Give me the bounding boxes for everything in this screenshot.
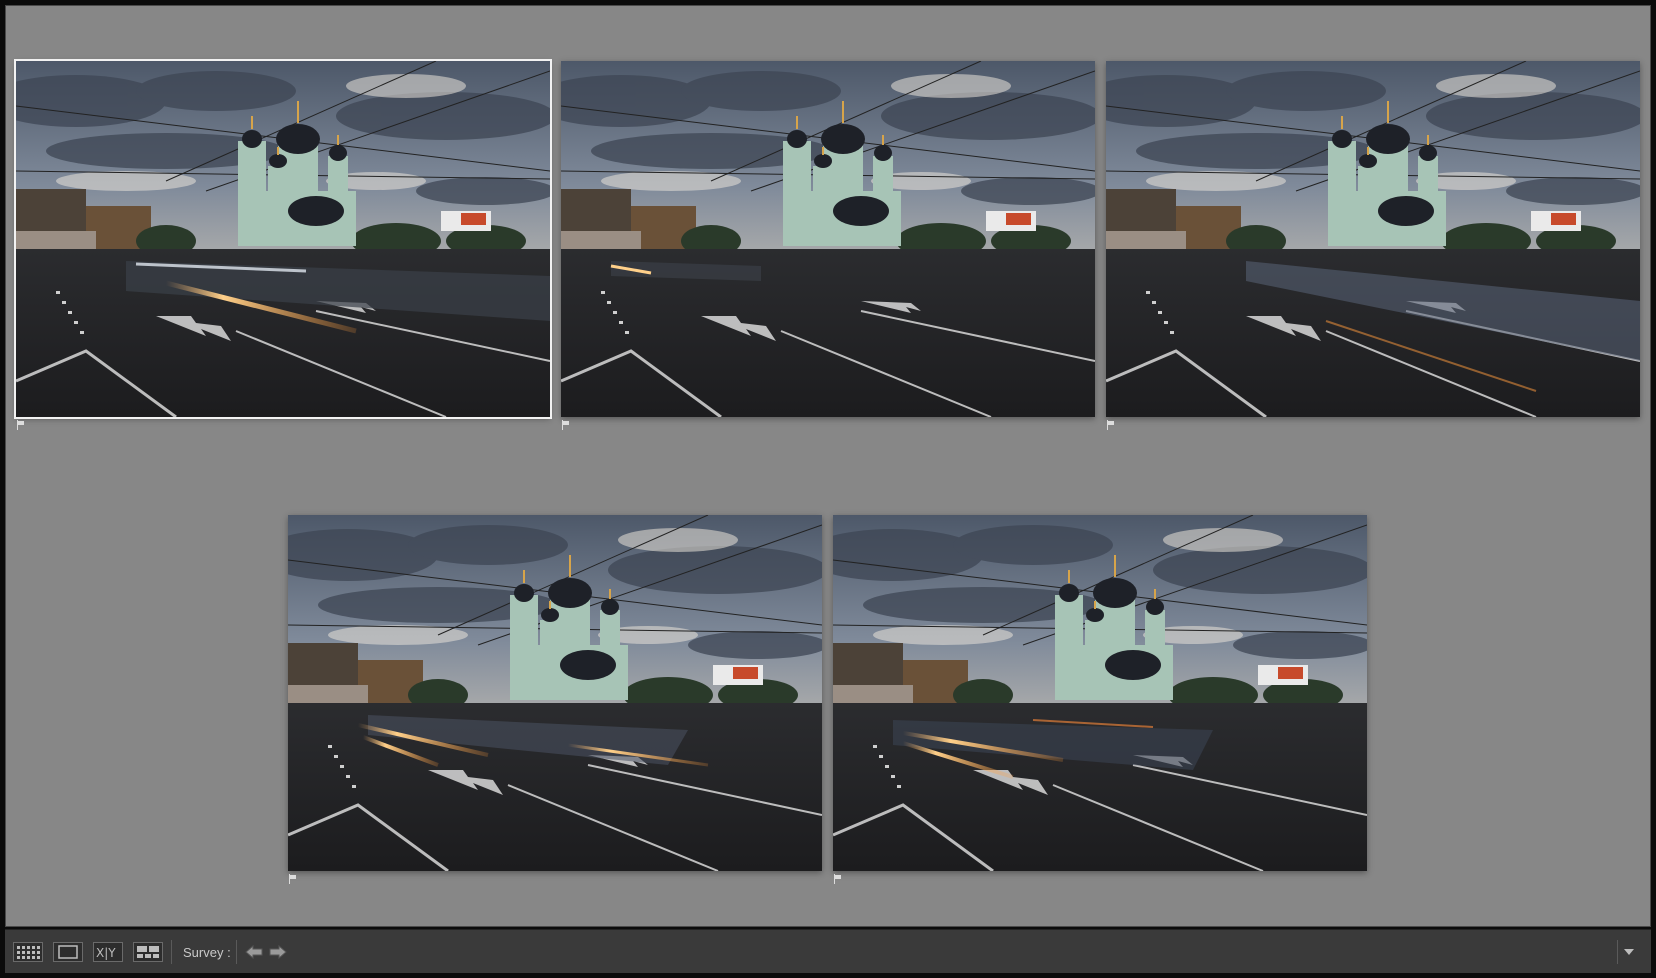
- photo-thumbnail[interactable]: [288, 515, 822, 871]
- grid-view-icon[interactable]: [13, 942, 43, 962]
- flag-icon[interactable]: [16, 420, 26, 430]
- flag-icon[interactable]: [833, 874, 843, 884]
- photo-image: [16, 61, 550, 417]
- flag-icon[interactable]: [1106, 420, 1116, 430]
- compare-view-icon[interactable]: X|Y: [93, 942, 123, 962]
- toolbar: X|Y Survey :: [5, 929, 1651, 973]
- toolbar-divider: [236, 940, 237, 964]
- survey-label: Survey :: [183, 945, 231, 960]
- photo-cell-2[interactable]: [561, 61, 1095, 430]
- photo-image: [288, 515, 822, 871]
- survey-view-area: [5, 5, 1651, 927]
- toolbar-divider: [1617, 940, 1618, 964]
- photo-cell-5[interactable]: [833, 515, 1367, 884]
- next-arrow-icon[interactable]: [269, 944, 287, 960]
- photo-cell-1[interactable]: [14, 59, 552, 430]
- photo-thumbnail[interactable]: [14, 59, 552, 419]
- flag-icon[interactable]: [561, 420, 571, 430]
- toolbar-divider: [171, 940, 172, 964]
- photo-thumbnail[interactable]: [833, 515, 1367, 871]
- survey-view-icon[interactable]: [133, 942, 163, 962]
- app-window: X|Y Survey :: [0, 0, 1656, 978]
- loupe-view-icon[interactable]: [53, 942, 83, 962]
- photo-cell-3[interactable]: [1106, 61, 1640, 430]
- previous-arrow-icon[interactable]: [245, 944, 263, 960]
- photo-image: [1106, 61, 1640, 417]
- photo-thumbnail[interactable]: [561, 61, 1095, 417]
- photo-image: [833, 515, 1367, 871]
- flag-icon[interactable]: [288, 874, 298, 884]
- svg-text:X|Y: X|Y: [96, 946, 116, 960]
- photo-thumbnail[interactable]: [1106, 61, 1640, 417]
- photo-cell-4[interactable]: [288, 515, 822, 884]
- photo-image: [561, 61, 1095, 417]
- chevron-down-icon[interactable]: [1623, 947, 1635, 957]
